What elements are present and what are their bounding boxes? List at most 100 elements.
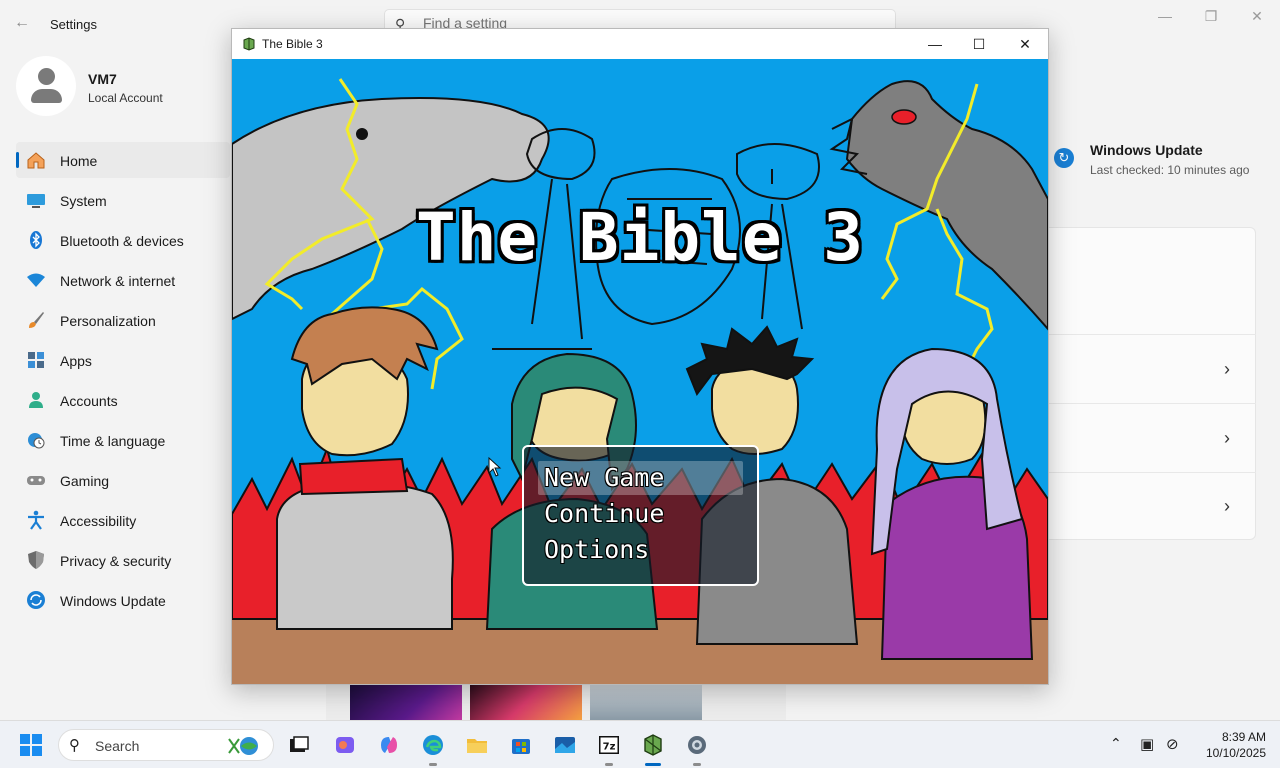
search-icon: ⚲: [69, 737, 80, 754]
theme-thumbnail[interactable]: [590, 684, 702, 720]
title-screen-artwork: [232, 78, 1048, 684]
update-icon: [26, 590, 46, 610]
profile-account-type: Local Account: [88, 91, 163, 105]
title-menu: New Game Continue Options: [522, 445, 759, 586]
game-window: The Bible 3 — ☐ ✕ The Bible 3 New Game C…: [231, 28, 1049, 685]
system-clock[interactable]: 8:39 AM 10/10/2025: [1196, 729, 1266, 761]
bluetooth-icon: [26, 230, 46, 250]
task-view-button[interactable]: [284, 730, 314, 760]
edge-icon: [423, 735, 443, 755]
running-indicator: [429, 763, 437, 766]
nav-label: Gaming: [60, 473, 110, 489]
nav-label: System: [60, 193, 107, 209]
taskbar-app-file-explorer[interactable]: [462, 730, 492, 760]
nav-item-system[interactable]: System: [16, 182, 230, 218]
nav-label: Apps: [60, 353, 92, 369]
maximize-icon[interactable]: ☐: [956, 29, 1002, 59]
7zip-icon: 7z: [599, 736, 619, 754]
taskbar: ⚲ Search 7z ⌃ ▣ ⊘ 8:39 AM 10/10/2025: [0, 720, 1280, 768]
chevron-right-icon: ›: [1224, 496, 1230, 516]
nav-item-bluetooth[interactable]: Bluetooth & devices: [16, 222, 230, 258]
settings-title: Settings: [50, 17, 97, 32]
update-icon: ↻: [1054, 148, 1074, 168]
nav-label: Home: [60, 153, 98, 169]
nav-item-gaming[interactable]: Gaming: [16, 462, 230, 498]
back-arrow-icon[interactable]: ←: [14, 14, 30, 32]
nav-item-accessibility[interactable]: Accessibility: [16, 502, 230, 538]
taskbar-search-label: Search: [95, 738, 140, 754]
avatar: [16, 56, 76, 116]
system-icon: [26, 190, 46, 210]
start-button[interactable]: [20, 734, 42, 756]
windows-update-title: Windows Update: [1090, 142, 1203, 158]
user-profile[interactable]: VM7 Local Account: [16, 56, 226, 118]
menu-item-continue[interactable]: Continue: [538, 497, 743, 531]
taskbar-app-7zip[interactable]: 7z: [594, 730, 624, 766]
windows-update-card[interactable]: ↻ Windows Update Last checked: 10 minute…: [1054, 140, 1274, 184]
game-app-icon: [644, 734, 662, 756]
nav-label: Personalization: [60, 313, 156, 329]
clock-globe-icon: [26, 430, 46, 450]
nav-item-privacy[interactable]: Privacy & security: [16, 542, 230, 578]
nav-label: Accessibility: [60, 513, 137, 529]
gamepad-icon: [26, 470, 46, 490]
restore-icon[interactable]: ❐: [1196, 8, 1226, 25]
search-highlight-icon: [227, 735, 265, 757]
settings-row[interactable]: ›: [1048, 334, 1256, 404]
recommended-settings-panel: › › ›: [1048, 227, 1256, 540]
nav-label: Time & language: [60, 433, 166, 449]
nav-item-time-language[interactable]: Time & language: [16, 422, 230, 458]
game-app-icon: [242, 37, 256, 51]
chevron-up-icon[interactable]: ⌃: [1110, 735, 1122, 752]
active-indicator: [645, 763, 661, 766]
game-canvas[interactable]: The Bible 3 New Game Continue Options: [232, 59, 1048, 684]
taskbar-app-store[interactable]: [506, 730, 536, 760]
nav-label: Windows Update: [60, 593, 166, 609]
nav-label: Privacy & security: [60, 553, 172, 569]
nav-item-personalization[interactable]: Personalization: [16, 302, 230, 338]
settings-row[interactable]: ›: [1048, 403, 1256, 473]
apps-icon: [26, 350, 46, 370]
nav-item-network[interactable]: Network & internet: [16, 262, 230, 298]
home-icon: [26, 150, 46, 170]
theme-thumbnail[interactable]: [350, 684, 462, 720]
taskbar-app-chat[interactable]: [330, 730, 360, 760]
gear-icon: [688, 736, 706, 754]
taskbar-app-edge[interactable]: [418, 730, 448, 766]
brush-icon: [26, 310, 46, 330]
close-icon[interactable]: ✕: [1002, 29, 1048, 59]
taskbar-search[interactable]: ⚲ Search: [58, 729, 274, 761]
theme-thumbnail[interactable]: [470, 684, 582, 720]
taskbar-app-photos[interactable]: [550, 730, 580, 760]
nav-item-home[interactable]: Home: [16, 142, 230, 178]
accounts-icon: [26, 390, 46, 410]
display-icon[interactable]: ▣: [1140, 735, 1154, 753]
settings-row[interactable]: ›: [1048, 472, 1256, 540]
game-window-title: The Bible 3: [262, 37, 323, 51]
nav-item-windows-update[interactable]: Windows Update: [16, 582, 230, 618]
menu-item-options[interactable]: Options: [538, 533, 743, 567]
chat-app-icon: [336, 737, 354, 753]
minimize-icon[interactable]: —: [912, 29, 958, 59]
nav-item-apps[interactable]: Apps: [16, 342, 230, 378]
volume-muted-icon[interactable]: ⊘: [1166, 735, 1179, 753]
running-indicator: [693, 763, 701, 766]
taskbar-app-the-bible-3[interactable]: [638, 730, 668, 766]
nav-item-accounts[interactable]: Accounts: [16, 382, 230, 418]
copilot-icon: [381, 737, 397, 753]
profile-name: VM7: [88, 71, 117, 87]
taskbar-app-copilot[interactable]: [374, 730, 404, 760]
settings-nav: Home System Bluetooth & devices Network …: [16, 142, 230, 622]
game-titlebar[interactable]: The Bible 3 — ☐ ✕: [232, 29, 1048, 59]
taskbar-app-settings[interactable]: [682, 730, 712, 766]
clock-time: 8:39 AM: [1221, 730, 1266, 744]
menu-item-new-game[interactable]: New Game: [538, 461, 743, 495]
minimize-icon[interactable]: —: [1150, 8, 1180, 24]
close-icon[interactable]: ✕: [1242, 8, 1272, 25]
nav-label: Bluetooth & devices: [60, 233, 184, 249]
accessibility-icon: [26, 510, 46, 530]
store-icon: [512, 739, 530, 754]
folder-icon: [467, 739, 487, 753]
chevron-right-icon: ›: [1224, 359, 1230, 379]
photos-icon: [555, 737, 575, 753]
